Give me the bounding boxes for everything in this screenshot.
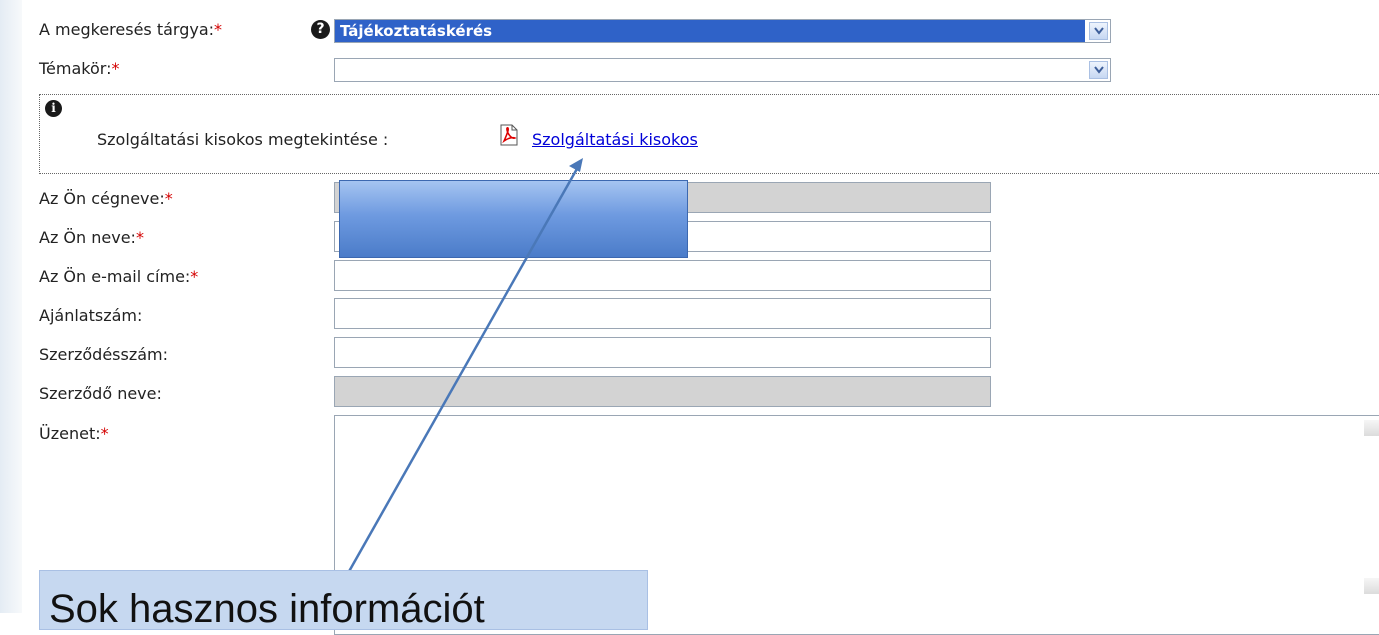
callout-box: Sok hasznos információt: [39, 570, 648, 630]
callout-text: Sok hasznos információt: [49, 587, 485, 631]
pointer-arrow: [345, 158, 583, 576]
